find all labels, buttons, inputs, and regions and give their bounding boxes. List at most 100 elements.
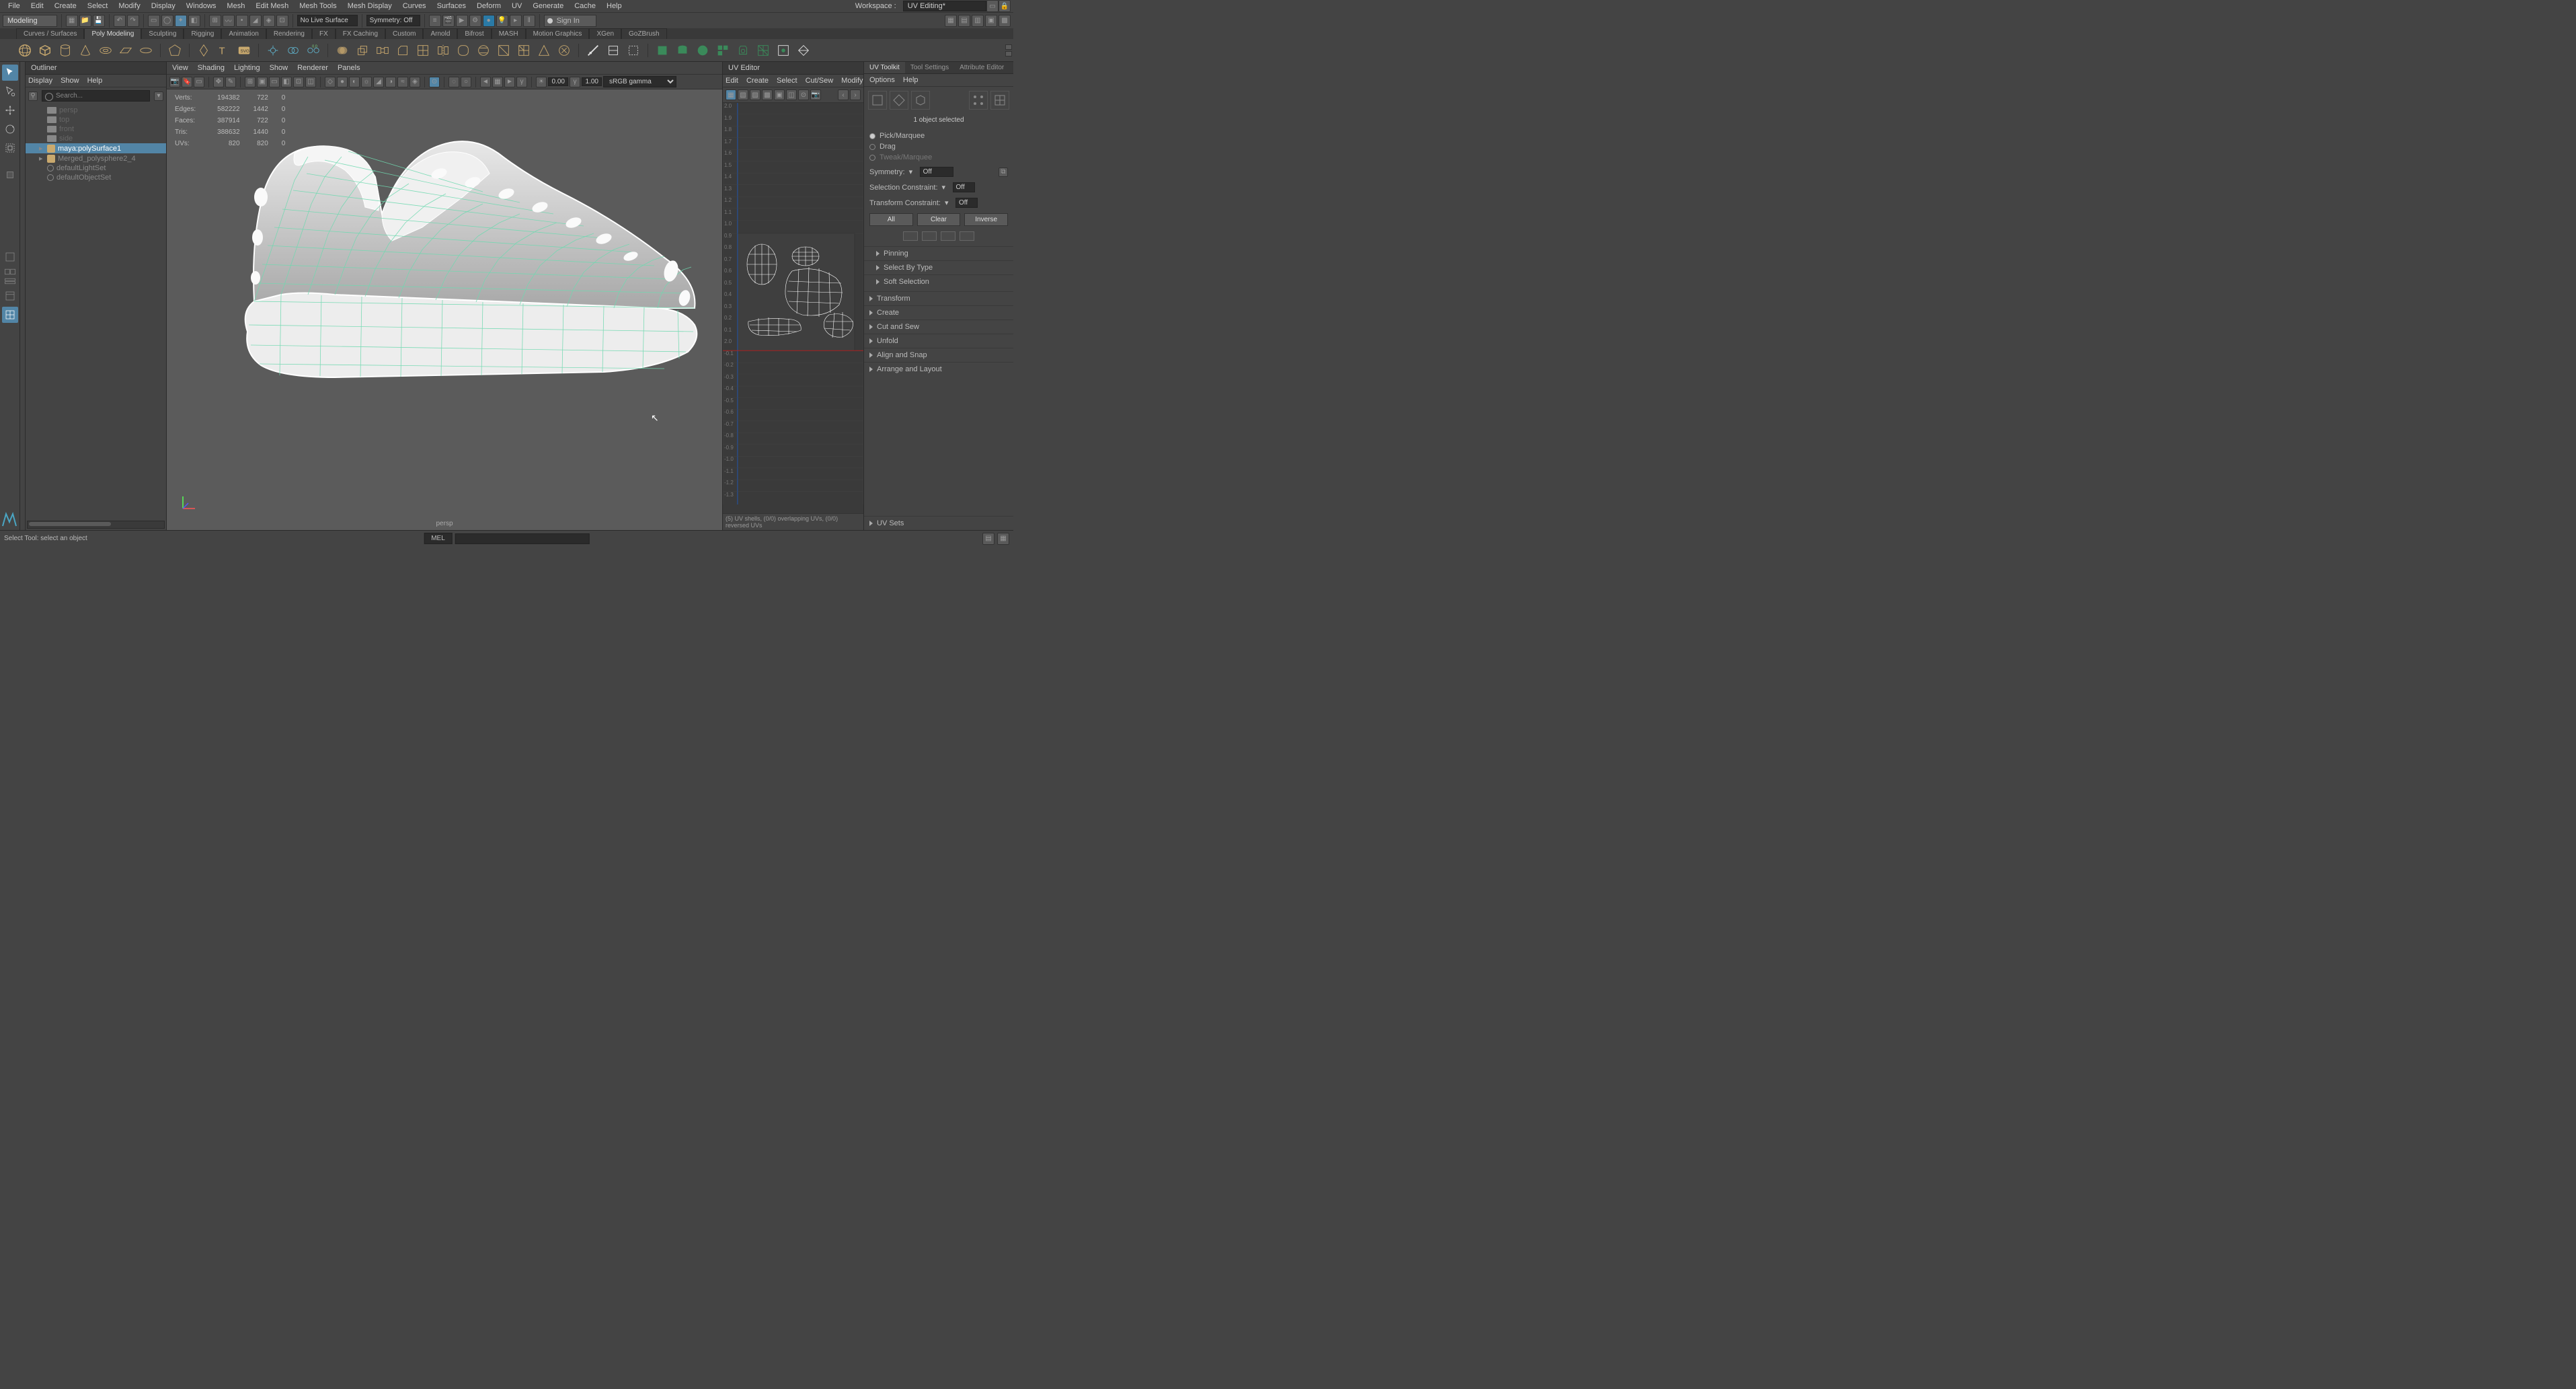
outliner-scrollbar[interactable] — [27, 521, 165, 529]
render-settings-icon[interactable]: ⚙ — [469, 15, 481, 27]
shelf-tab-sculpting[interactable]: Sculpting — [141, 28, 184, 39]
select-highlight-icon[interactable]: ◧ — [188, 15, 200, 27]
outliner-item[interactable]: defaultObjectSet — [26, 173, 166, 182]
shelf-tab-gozbrush[interactable]: GoZBrush — [621, 28, 667, 39]
mirror-icon[interactable] — [434, 42, 452, 59]
snap-plane-icon[interactable]: ◢ — [249, 15, 262, 27]
gamma-field-icon[interactable]: γ — [570, 77, 580, 87]
textured-icon[interactable]: ◐ — [349, 77, 360, 87]
select-clear-button[interactable]: Clear — [917, 213, 961, 226]
hypershade-icon[interactable]: ● — [483, 15, 495, 27]
menu-select[interactable]: Select — [82, 1, 114, 11]
exposure-down-icon[interactable]: ◄ — [480, 77, 491, 87]
uv-shaded-icon[interactable]: ▦ — [726, 89, 736, 100]
outliner-menu-help[interactable]: Help — [87, 77, 103, 85]
subdivide-icon[interactable] — [414, 42, 432, 59]
symmetry-arrow-icon[interactable]: ▾ — [909, 167, 916, 176]
modeling-toolkit-icon[interactable]: ▩ — [999, 15, 1011, 27]
expand-arrow-icon[interactable]: ▸ — [39, 144, 44, 153]
grow-along-loop-icon[interactable] — [941, 231, 955, 241]
toolkit-section[interactable]: Arrange and Layout — [864, 362, 1013, 376]
poly-disc-icon[interactable] — [137, 42, 155, 59]
camera-select-icon[interactable]: 📷 — [169, 77, 180, 87]
tc-arrow-icon[interactable]: ▾ — [945, 198, 951, 207]
sweep-mesh-icon[interactable] — [264, 42, 282, 59]
vp-menu-renderer[interactable]: Renderer — [297, 64, 328, 72]
uv-menu-cutsew[interactable]: Cut/Sew — [806, 77, 834, 85]
uv-uv-mode-icon[interactable] — [990, 91, 1009, 110]
command-line-input[interactable] — [455, 533, 590, 544]
poly-cube-icon[interactable] — [36, 42, 54, 59]
combine-icon[interactable] — [284, 42, 302, 59]
script-editor-icon[interactable]: ▤ — [982, 533, 994, 545]
single-pane-icon[interactable] — [2, 249, 18, 265]
uv-shells[interactable] — [735, 237, 856, 345]
uv-spherical-icon[interactable] — [694, 42, 711, 59]
toolkit-section[interactable]: Pinning — [864, 246, 1013, 260]
tab-attribute-editor[interactable]: Attribute Editor — [954, 62, 1009, 73]
xray-icon[interactable]: ◌ — [448, 77, 459, 87]
quadrangulate-icon[interactable] — [515, 42, 533, 59]
uv-texture-icon[interactable]: ▣ — [774, 89, 785, 100]
selection-constraint-dropdown[interactable]: Off — [953, 182, 975, 192]
ipr-icon[interactable]: ▶ — [456, 15, 468, 27]
last-tool-icon[interactable] — [2, 167, 18, 183]
shelf-tab-arnold[interactable]: Arnold — [423, 28, 457, 39]
menu-windows[interactable]: Windows — [181, 1, 222, 11]
shelf-tab-bifrost[interactable]: Bifrost — [457, 28, 491, 39]
shelf-tab-custom[interactable]: Custom — [385, 28, 423, 39]
shrink-along-loop-icon[interactable] — [960, 231, 974, 241]
retopo-icon[interactable] — [475, 42, 492, 59]
shelf-tab-curves[interactable]: Curves / Surfaces — [16, 28, 84, 39]
film-gate-icon[interactable]: ▣ — [257, 77, 268, 87]
reduce-icon[interactable] — [535, 42, 553, 59]
motion-blur-icon[interactable]: ≈ — [397, 77, 408, 87]
rotate-tool-icon[interactable] — [2, 121, 18, 137]
uv-canvas[interactable]: 2.01.91.81.71.61.51.41.31.21.11.00.90.80… — [723, 103, 863, 513]
outliner-item[interactable]: persp — [26, 106, 166, 115]
outliner-item[interactable]: side — [26, 134, 166, 143]
outliner-tree[interactable]: persptopfrontside▸maya:polySurface1▸Merg… — [26, 104, 166, 521]
menuset-dropdown[interactable]: Modeling — [3, 15, 57, 27]
poly-plane-icon[interactable] — [117, 42, 134, 59]
uv-wireframe-icon[interactable]: ▧ — [738, 89, 748, 100]
outliner-toggle-icon[interactable] — [2, 288, 18, 304]
uv-editor-icon[interactable] — [775, 42, 792, 59]
outliner-item[interactable]: ▸Merged_polysphere2_4 — [26, 153, 166, 163]
connect-icon[interactable] — [625, 42, 642, 59]
exposure-value[interactable]: 0.00 — [548, 77, 568, 86]
uv-contour-icon[interactable] — [754, 42, 772, 59]
render-icon[interactable]: 🎬 — [442, 15, 455, 27]
poly-cylinder-icon[interactable] — [56, 42, 74, 59]
safe-action-icon[interactable]: ◫ — [305, 77, 316, 87]
uv-snapshot-icon[interactable]: 📷 — [810, 89, 821, 100]
snap-curve-icon[interactable]: 〰 — [223, 15, 235, 27]
panel-layout-icon[interactable]: ▦ — [945, 15, 957, 27]
signin-button[interactable]: Sign In — [544, 15, 596, 27]
outliner-options-icon[interactable]: ▾ — [154, 91, 163, 101]
color-mgmt-icon[interactable]: ▦ — [492, 77, 503, 87]
wireframe-icon[interactable]: ◇ — [325, 77, 336, 87]
uv-unfold-icon[interactable] — [795, 42, 812, 59]
uv-menu-edit[interactable]: Edit — [726, 77, 738, 85]
poly-torus-icon[interactable] — [97, 42, 114, 59]
shelf-tab-mash[interactable]: MASH — [492, 28, 526, 39]
selection-mode-radio[interactable]: Drag — [869, 141, 1008, 152]
menu-surfaces[interactable]: Surfaces — [432, 1, 471, 11]
toolsettings-icon[interactable]: ▥ — [972, 15, 984, 27]
menu-edit[interactable]: Edit — [26, 1, 49, 11]
snap-point-icon[interactable]: • — [236, 15, 248, 27]
menu-create[interactable]: Create — [49, 1, 82, 11]
save-scene-icon[interactable]: 💾 — [93, 15, 105, 27]
vp-menu-show[interactable]: Show — [270, 64, 288, 72]
new-scene-icon[interactable]: ▦ — [66, 15, 78, 27]
select-mode-icon[interactable]: ▭ — [148, 15, 160, 27]
colorspace-dropdown[interactable]: sRGB gamma — [603, 76, 676, 87]
toolkit-section[interactable]: Soft Selection — [864, 274, 1013, 289]
expand-arrow-icon[interactable]: ▸ — [39, 154, 44, 163]
resolution-gate-icon[interactable]: ▭ — [269, 77, 280, 87]
snap-grid-icon[interactable]: ⊞ — [209, 15, 221, 27]
menu-mesh-tools[interactable]: Mesh Tools — [294, 1, 342, 11]
shelf-tab-fx[interactable]: FX — [312, 28, 336, 39]
paint-select-icon[interactable]: ✦ — [175, 15, 187, 27]
